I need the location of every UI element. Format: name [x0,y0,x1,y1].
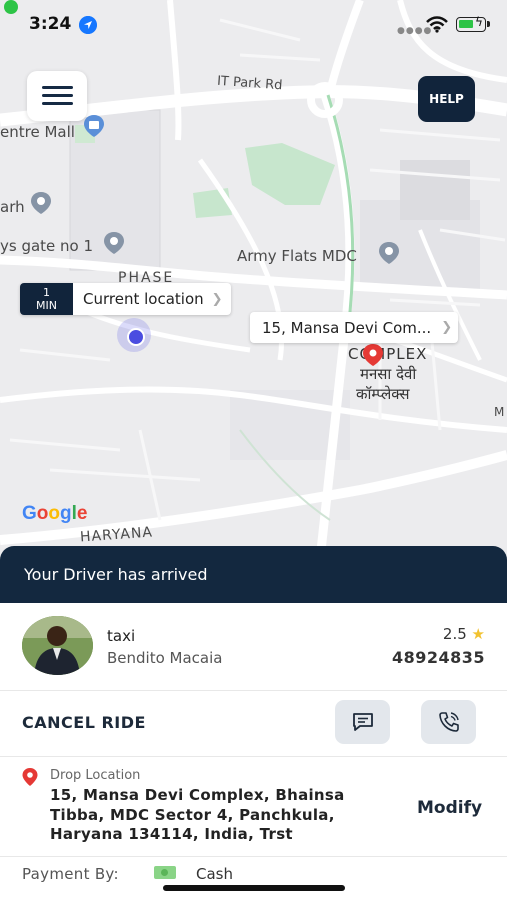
drop-location-label: Drop Location [50,768,141,783]
place-pin-icon[interactable] [28,190,54,216]
battery-icon: ϟ [456,15,486,32]
destination-callout-label: 15, Mansa Devi Com... [262,318,432,337]
driver-name: Bendito Macaia [107,649,223,667]
chat-button[interactable] [335,700,390,744]
eta-unit: MIN [36,299,57,312]
driver-phone: 48924835 [391,648,485,667]
payment-method: Cash [196,865,233,883]
cancel-ride-button[interactable]: CANCEL RIDE [22,713,146,732]
chat-icon [353,713,373,731]
chevron-right-icon: ❯ [441,320,453,335]
map-label-arh: arh [0,198,25,216]
status-bar: 3:24 ●●●● ϟ [0,0,507,50]
ride-actions: CANCEL RIDE [0,691,507,757]
location-arrow-icon [79,16,97,34]
driver-info: taxi Bendito Macaia 2.5 ★ 48924835 [0,603,507,691]
home-indicator[interactable] [163,885,345,891]
destination-marker-icon[interactable] [360,342,386,368]
current-location-callout[interactable]: 1 MIN Current location ❯ [20,283,231,315]
vehicle-type: taxi [107,627,136,645]
wifi-icon [426,16,448,33]
drop-address: 15, Mansa Devi Complex, Bhainsa Tibba, M… [50,786,345,843]
destination-callout[interactable]: 15, Mansa Devi Com... ❯ [250,312,459,343]
eta-badge: 1 MIN [20,283,73,315]
modify-button[interactable]: Modify [417,798,482,818]
google-logo: Google [22,503,87,525]
google-letter: g [60,503,72,524]
menu-button[interactable] [27,71,87,121]
status-time: 3:24 [29,14,72,34]
map-label-complex-hindi-2: कॉम्प्लेक्स [356,385,410,403]
army-flats-pin-icon[interactable] [376,240,402,266]
gate-pin-icon[interactable] [101,230,127,256]
driver-avatar[interactable] [22,616,93,675]
hamburger-icon [42,86,73,89]
hamburger-icon [42,94,73,97]
chevron-right-icon: ❯ [211,291,223,307]
current-location-dot [117,318,151,352]
payment-info: Payment By: Cash [0,857,507,900]
ride-status-banner: Your Driver has arrived [0,546,507,603]
google-letter: o [36,503,49,524]
hamburger-icon [42,102,73,105]
payment-label: Payment By: [22,865,119,883]
phone-icon [439,712,459,732]
driver-rating: 2.5 ★ [443,625,485,643]
current-location-label: Current location [83,290,204,308]
drop-location: Drop Location 15, Mansa Devi Complex, Bh… [0,757,507,857]
google-letter: G [22,503,37,524]
cash-icon [154,866,176,879]
rating-value: 2.5 [442,625,467,643]
battery-cap [487,21,490,27]
google-letter: o [48,503,60,524]
eta-value: 1 [43,286,50,299]
map-label-centre-mall: entre Mall [0,123,75,141]
call-button[interactable] [421,700,476,744]
google-letter: e [76,503,88,524]
recording-indicator-icon [4,0,18,14]
location-pin-icon [22,768,38,786]
map-label-m: M [494,405,505,419]
star-icon: ★ [471,625,485,643]
map-label-army-flats: Army Flats MDC [237,247,357,265]
map-label-gate: ys gate no 1 [0,237,94,255]
help-button[interactable]: HELP [418,76,475,122]
